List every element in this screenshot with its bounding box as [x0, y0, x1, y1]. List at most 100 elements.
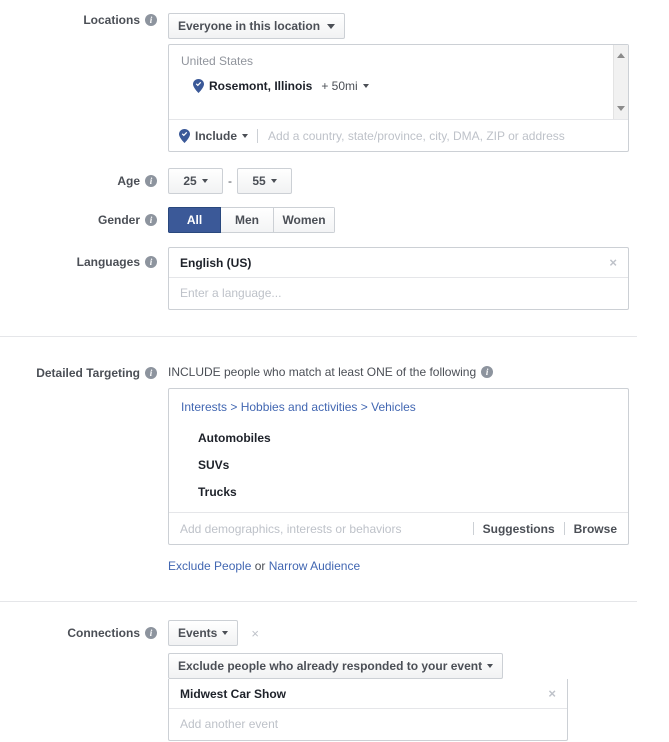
gender-option-women[interactable]: Women [274, 207, 335, 233]
detailed-targeting-label-text: Detailed Targeting [36, 366, 140, 380]
language-tag: English (US) × [169, 248, 628, 278]
location-entry[interactable]: Rosemont, Illinois + 50mi [169, 79, 628, 93]
age-max-dropdown[interactable]: 55 [237, 168, 292, 194]
gender-label-text: Gender [97, 213, 140, 227]
remove-language-icon[interactable]: × [609, 256, 617, 269]
or-text: or [251, 559, 269, 573]
chevron-down-icon [487, 664, 494, 668]
location-radius-dropdown[interactable]: + 50mi [321, 79, 369, 93]
chevron-down-icon [201, 179, 208, 183]
detailed-targeting-headline-text: INCLUDE people who match at least ONE of… [168, 365, 477, 379]
detailed-targeting-headline: INCLUDE people who match at least ONE of… [168, 365, 629, 379]
map-pin-icon [179, 128, 190, 143]
detailed-targeting-label: Detailed Targeting i [0, 365, 157, 381]
targeting-breadcrumb[interactable]: Interests > Hobbies and activities > Veh… [169, 400, 628, 418]
connections-field: Events × [157, 620, 259, 646]
targeting-item[interactable]: Automobiles [169, 418, 628, 445]
events-box: Midwest Car Show × Add another event [168, 679, 568, 741]
connections-label-text: Connections [67, 626, 140, 640]
location-search-input[interactable]: Add a country, state/province, city, DMA… [258, 129, 618, 143]
locations-scrollbar[interactable] [613, 45, 628, 119]
gender-row: Gender i All Men Women [0, 194, 669, 233]
detailed-targeting-row: Detailed Targeting i INCLUDE people who … [0, 337, 669, 573]
targeting-links: Exclude People or Narrow Audience [168, 559, 629, 573]
languages-label-text: Languages [76, 255, 140, 269]
remove-connection-icon[interactable]: × [251, 627, 259, 640]
languages-row: Languages i English (US) × Enter a langu… [0, 233, 669, 310]
info-icon[interactable]: i [481, 366, 494, 378]
include-label: Include [195, 128, 238, 143]
languages-field: English (US) × Enter a language... [157, 247, 629, 310]
age-range-separator: - [228, 174, 232, 188]
targeting-search-input[interactable]: Add demographics, interests or behaviors [180, 522, 401, 536]
scroll-up-icon[interactable] [617, 53, 625, 58]
age-max-value: 55 [252, 174, 266, 188]
connection-rule-dropdown[interactable]: Exclude people who already responded to … [168, 653, 504, 679]
locations-box: United States Rosemont, Illinois + 50mi [168, 44, 629, 152]
targeting-actions: Suggestions Browse [464, 522, 617, 536]
location-name: Rosemont, Illinois [209, 79, 313, 93]
targeting-item[interactable]: Trucks [169, 472, 628, 499]
event-name: Midwest Car Show [180, 686, 287, 701]
locations-row: Locations i Everyone in this location Un… [0, 0, 669, 152]
map-pin-icon [193, 79, 204, 93]
connection-type-label: Events [178, 626, 218, 640]
add-event-input[interactable]: Add another event [169, 709, 567, 740]
gender-option-all[interactable]: All [168, 207, 221, 233]
remove-event-icon[interactable]: × [548, 687, 556, 700]
location-radius-label: + 50mi [321, 79, 358, 93]
divider-wrap-1 [0, 310, 669, 337]
chevron-down-icon [327, 23, 336, 29]
languages-label: Languages i [0, 247, 157, 277]
browse-button[interactable]: Browse [574, 522, 617, 536]
chevron-down-icon [222, 631, 229, 635]
info-icon[interactable]: i [145, 214, 157, 226]
connections-rule-row: Exclude people who already responded to … [0, 653, 669, 741]
age-min-dropdown[interactable]: 25 [168, 168, 223, 194]
chevron-down-icon [242, 133, 249, 138]
age-row: Age i 25 - 55 [0, 152, 669, 194]
narrow-audience-link[interactable]: Narrow Audience [269, 559, 360, 573]
detailed-targeting-field: INCLUDE people who match at least ONE of… [157, 365, 629, 573]
age-label: Age i [0, 168, 157, 194]
connection-type-dropdown[interactable]: Events [168, 620, 239, 646]
connections-rule-field: Exclude people who already responded to … [157, 653, 568, 741]
info-icon[interactable]: i [145, 256, 157, 268]
location-country: United States [181, 54, 254, 68]
divider-wrap-2 [0, 573, 669, 602]
info-icon[interactable]: i [145, 627, 157, 639]
chevron-down-icon [362, 84, 369, 88]
languages-box: English (US) × Enter a language... [168, 247, 629, 310]
locations-field: Everyone in this location United States … [157, 13, 629, 152]
language-input[interactable]: Enter a language... [169, 278, 628, 309]
targeting-selection-list: Interests > Hobbies and activities > Veh… [169, 389, 628, 512]
info-icon[interactable]: i [145, 175, 157, 187]
language-tag-label: English (US) [180, 255, 252, 270]
exclude-people-link[interactable]: Exclude People [168, 559, 251, 573]
divider-icon [563, 522, 565, 535]
info-icon[interactable]: i [145, 14, 157, 26]
connections-row: Connections i Events × [0, 602, 669, 646]
connection-rule-label: Exclude people who already responded to … [178, 659, 483, 673]
locations-label-text: Locations [83, 13, 140, 27]
gender-option-men[interactable]: Men [221, 207, 274, 233]
age-label-text: Age [117, 174, 140, 188]
age-field: 25 - 55 [157, 168, 292, 194]
locations-list: United States Rosemont, Illinois + 50mi [169, 45, 628, 119]
info-icon[interactable]: i [145, 367, 157, 379]
targeting-item[interactable]: SUVs [169, 445, 628, 472]
gender-label: Gender i [0, 207, 157, 233]
include-exclude-dropdown[interactable]: Include [179, 128, 259, 143]
age-min-value: 25 [183, 174, 197, 188]
locations-label: Locations i [0, 13, 157, 27]
location-scope-dropdown[interactable]: Everyone in this location [168, 13, 346, 39]
audience-targeting-form: Locations i Everyone in this location Un… [0, 0, 669, 742]
locations-input-row: Include Add a country, state/province, c… [169, 119, 628, 151]
divider-icon [472, 522, 474, 535]
suggestions-button[interactable]: Suggestions [483, 522, 555, 536]
scroll-down-icon[interactable] [617, 106, 625, 111]
chevron-down-icon [270, 179, 277, 183]
location-scope-label: Everyone in this location [178, 19, 321, 33]
gender-field: All Men Women [157, 207, 335, 233]
connections-label: Connections i [0, 620, 157, 646]
